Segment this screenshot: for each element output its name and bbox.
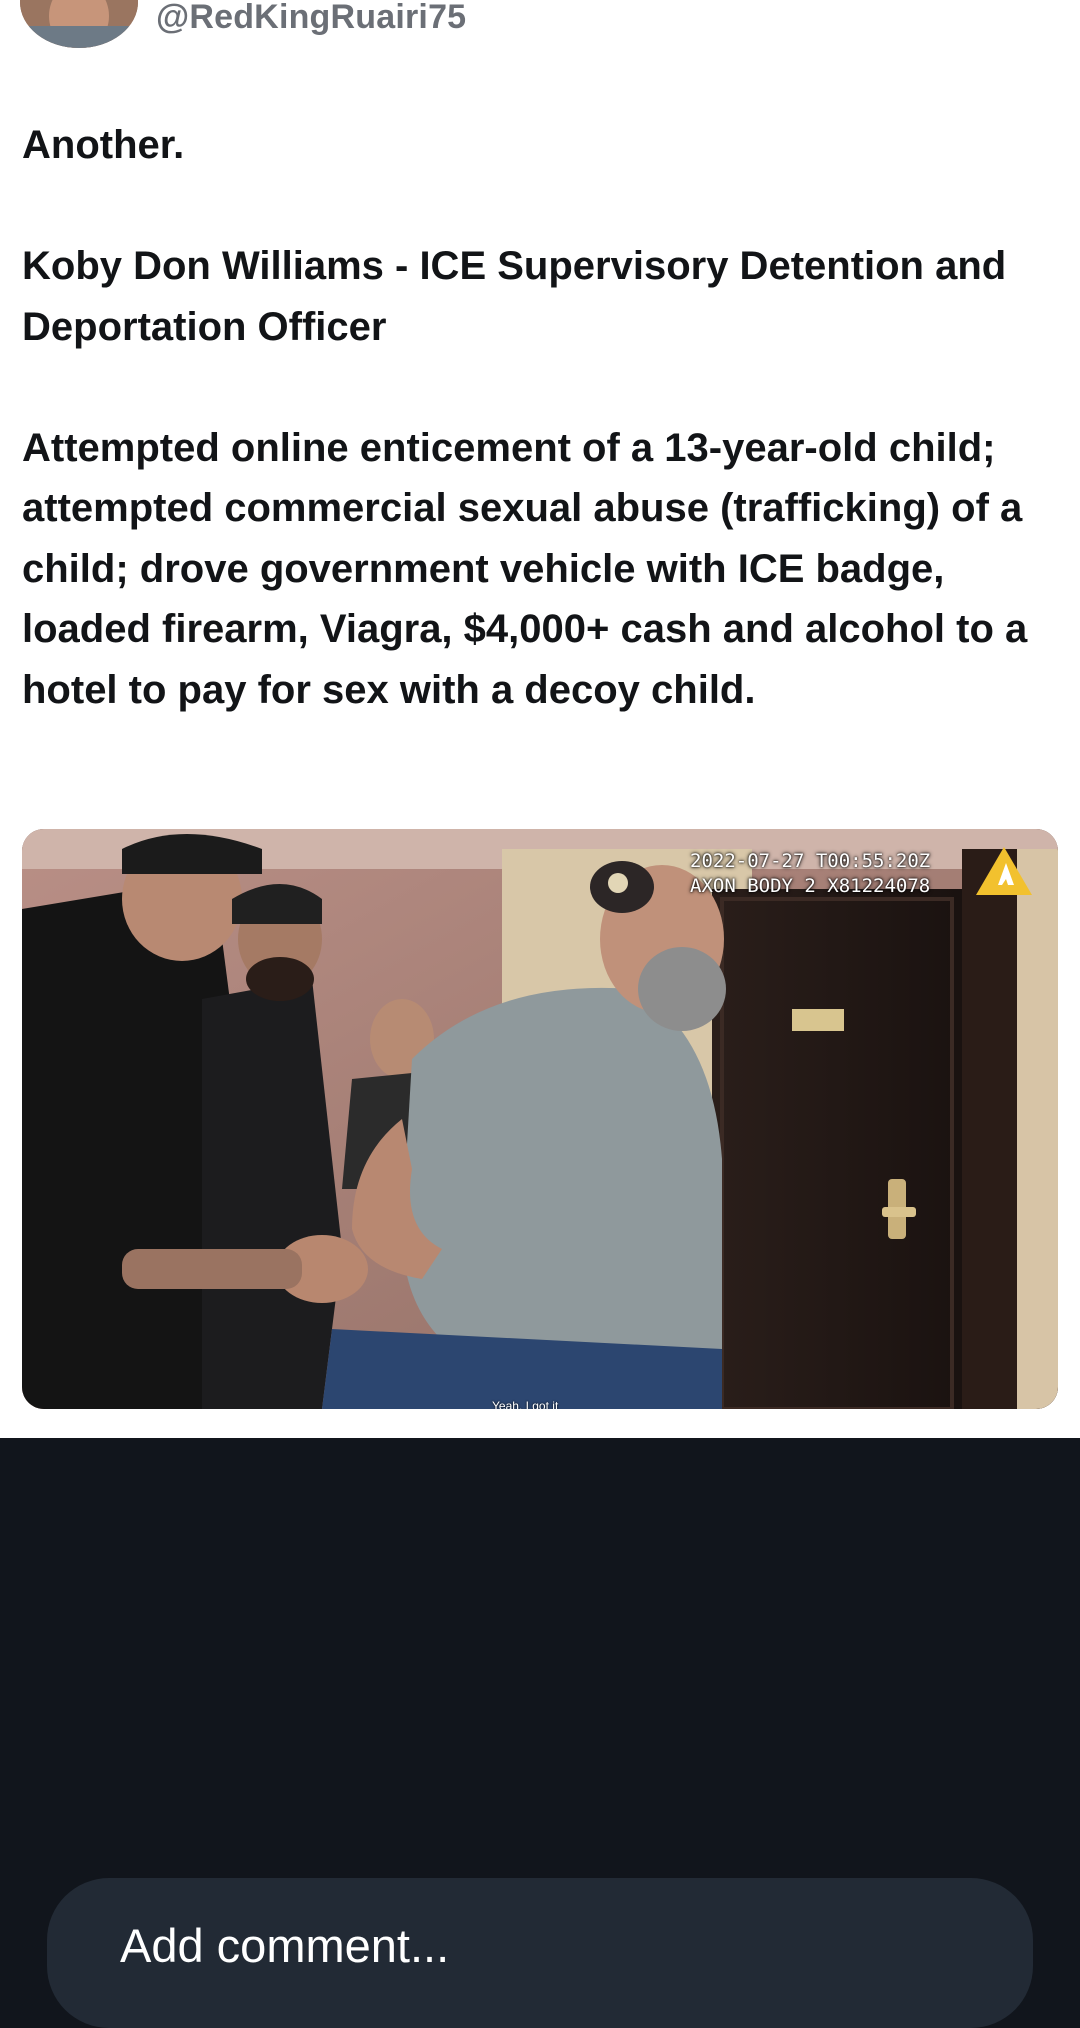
bodycam-overlay-text: 2022-07-27 T00:55:20Z AXON BODY 2 X81224…: [690, 849, 930, 899]
post-card: @RedKingRuairi75 Another. Koby Don Willi…: [0, 0, 1080, 1438]
author-avatar[interactable]: [20, 0, 138, 48]
bodycam-scene: [22, 829, 1058, 1409]
axon-logo-icon: [976, 847, 1032, 895]
post-paragraph: Attempted online enticement of a 13-year…: [22, 425, 1028, 712]
video-caption: Yeah, I got it: [492, 1399, 559, 1409]
bodycam-timestamp: 2022-07-27 T00:55:20Z: [690, 850, 931, 872]
add-comment-input[interactable]: Add comment...: [47, 1878, 1033, 2028]
avatar-image: [20, 0, 138, 48]
comment-placeholder: Add comment...: [120, 1919, 450, 1972]
post-media-image[interactable]: 2022-07-27 T00:55:20Z AXON BODY 2 X81224…: [22, 829, 1058, 1409]
post-paragraph: Another.: [22, 123, 185, 167]
post-body: Another. Koby Don Williams - ICE Supervi…: [22, 115, 1052, 720]
author-handle[interactable]: @RedKingRuairi75: [156, 0, 466, 37]
bodycam-device-id: AXON BODY 2 X81224078: [690, 875, 931, 897]
post-paragraph: Koby Don Williams - ICE Supervisory Dete…: [22, 244, 1007, 349]
